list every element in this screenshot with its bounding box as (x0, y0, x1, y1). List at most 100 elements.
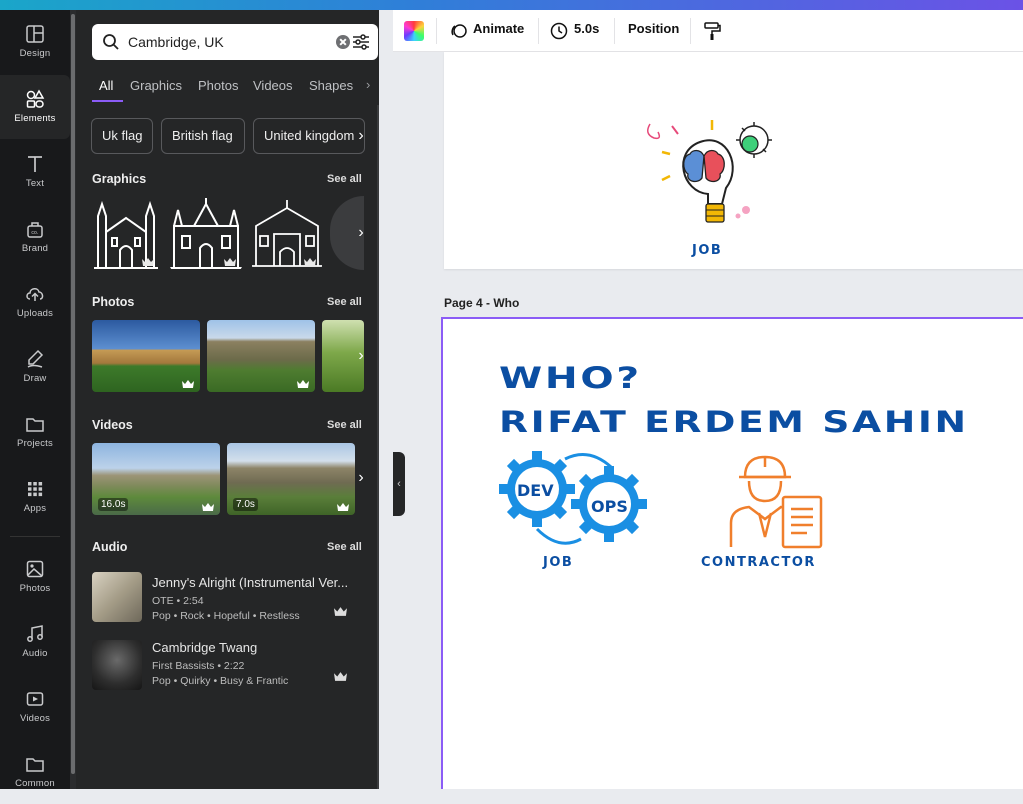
folder-icon (26, 418, 44, 432)
graphic-thumbnail[interactable] (252, 196, 322, 270)
rail-elements[interactable]: Elements (0, 75, 70, 139)
page-3[interactable]: JOB (444, 52, 1023, 269)
graphic-thumbnail[interactable] (92, 196, 160, 270)
rail-common[interactable]: Common (0, 740, 70, 804)
rail-divider (10, 536, 60, 537)
toolbar-divider (436, 18, 437, 44)
video-thumbnail[interactable]: 7.0s (227, 443, 355, 515)
tab-graphics[interactable]: Graphics (130, 78, 182, 93)
rail-text[interactable]: Text (0, 140, 70, 204)
devops-graphic[interactable]: DEV OPS (499, 449, 659, 549)
video-icon (26, 692, 44, 706)
duration-label: 5.0s (574, 21, 600, 36)
toolbar-divider (690, 18, 691, 44)
rail-label: Text (25, 178, 45, 189)
shapes-icon (26, 89, 45, 108)
rail-photos[interactable]: Photos (0, 545, 70, 609)
contractor-caption[interactable]: CONTRACTOR (701, 555, 816, 570)
paint-roller-icon[interactable] (703, 21, 721, 41)
album-art (92, 572, 142, 622)
chevron-right-icon[interactable]: › (352, 465, 370, 491)
suggestion-chip[interactable]: Uk flag (91, 118, 153, 154)
premium-crown-icon (334, 672, 347, 681)
video-duration: 7.0s (233, 498, 258, 511)
animate-label: Animate (473, 21, 525, 36)
search-box[interactable] (92, 24, 378, 60)
premium-crown-icon (337, 503, 349, 511)
color-picker-icon[interactable] (404, 21, 424, 41)
job-caption[interactable]: JOB (543, 555, 573, 570)
clear-search-icon[interactable] (336, 35, 350, 49)
pen-icon (27, 349, 44, 368)
rail-design[interactable]: Design (0, 10, 70, 74)
see-all-link[interactable]: See all (327, 419, 362, 431)
graphic-thumbnail[interactable] (170, 196, 242, 270)
tab-all[interactable]: All (99, 78, 113, 93)
suggestion-chip[interactable]: United kingdom (253, 118, 365, 154)
rail-label: Videos (19, 713, 51, 724)
rail-videos[interactable]: Videos (0, 675, 70, 739)
who-heading[interactable]: WHO? (499, 361, 642, 395)
premium-crown-icon (182, 380, 194, 388)
rail-draw[interactable]: Draw (0, 335, 70, 399)
section-title: Graphics (92, 172, 147, 186)
tab-photos[interactable]: Photos (198, 78, 238, 93)
brand-icon: co. (27, 222, 43, 238)
video-duration: 16.0s (98, 498, 129, 511)
rail-label: Photos (19, 583, 51, 594)
gear-dev-label: DEV (517, 481, 554, 500)
editor-toolbar: Animate 5.0s Position (393, 10, 1023, 52)
contractor-illustration[interactable] (729, 453, 825, 549)
scrollbar-thumb[interactable] (71, 14, 75, 774)
panel-scrollbar[interactable] (377, 105, 379, 789)
apps-grid-icon (28, 482, 43, 497)
name-heading[interactable]: RIFAT ERDEM SAHIN (499, 405, 969, 439)
tab-shapes[interactable]: Shapes (309, 78, 353, 93)
photo-thumbnail[interactable] (207, 320, 315, 392)
image-icon (26, 560, 44, 578)
category-tabs: All Graphics Photos Videos Shapes (92, 72, 377, 112)
svg-text:co.: co. (31, 230, 38, 236)
page3-caption: JOB (692, 243, 723, 258)
clock-icon (550, 22, 568, 40)
premium-crown-icon (224, 258, 236, 266)
rail-brand[interactable]: co. Brand (0, 205, 70, 269)
toolbar-divider (614, 18, 615, 44)
top-gradient-bar (0, 0, 1023, 10)
tab-videos[interactable]: Videos (253, 78, 293, 93)
toolbar-divider (538, 18, 539, 44)
photo-thumbnail[interactable] (92, 320, 200, 392)
filter-sliders-icon[interactable] (352, 33, 370, 51)
rail-projects[interactable]: Projects (0, 400, 70, 464)
rail-label: Uploads (16, 308, 54, 319)
audio-artist-duration: OTE • 2:54 (152, 595, 204, 607)
rail-uploads[interactable]: Uploads (0, 270, 70, 334)
chevron-right-icon[interactable]: › (352, 220, 370, 246)
collapse-panel-button[interactable]: ‹ (393, 452, 405, 516)
rail-label: Draw (23, 373, 47, 384)
see-all-link[interactable]: See all (327, 541, 362, 553)
rail-label: Audio (22, 648, 48, 659)
see-all-link[interactable]: See all (327, 173, 362, 185)
page-4[interactable]: WHO? RIFAT ERDEM SAHIN DEV OPS JOB CONTR… (441, 317, 1023, 789)
layout-icon (26, 25, 44, 43)
video-thumbnail[interactable]: 16.0s (92, 443, 220, 515)
search-input[interactable] (128, 32, 308, 52)
rail-apps[interactable]: Apps (0, 465, 70, 529)
rail-label: Brand (21, 243, 49, 254)
suggestion-chip[interactable]: British flag (161, 118, 245, 154)
rail-audio[interactable]: Audio (0, 610, 70, 674)
audio-title: Cambridge Twang (152, 640, 258, 655)
search-icon (103, 34, 119, 50)
chevron-right-icon[interactable]: › (352, 343, 370, 369)
premium-crown-icon (304, 258, 316, 266)
audio-tags: Pop • Quirky • Busy & Frantic (152, 675, 289, 687)
see-all-link[interactable]: See all (327, 296, 362, 308)
chevron-right-icon[interactable]: › (366, 77, 370, 92)
rail-label: Apps (23, 503, 47, 514)
page-4-label[interactable]: Page 4 - Who (444, 296, 519, 310)
position-button[interactable]: Position (628, 21, 679, 36)
rail-label: Common (15, 778, 55, 789)
section-title: Photos (92, 295, 135, 309)
chevron-right-icon[interactable]: › (352, 123, 370, 149)
